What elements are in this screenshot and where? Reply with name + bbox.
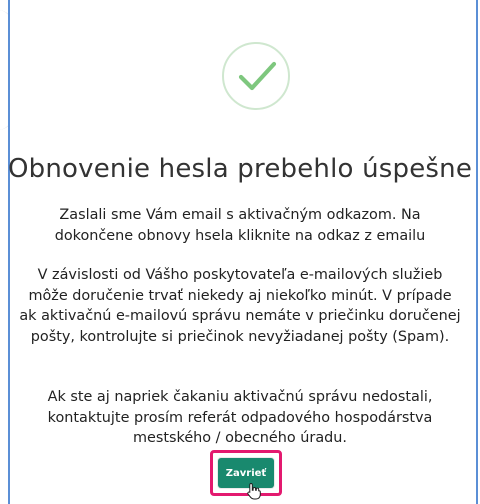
hand-pointer-icon xyxy=(246,482,262,500)
delivery-info-message: V závislosti od Vášho poskytovateľa e-ma… xyxy=(19,267,461,345)
email-sent-message: Zaslali sme Vám email s aktivačným odkaz… xyxy=(54,207,426,244)
contact-info-message: Ak ste aj napriek čakaniu aktivačnú sprá… xyxy=(47,389,433,446)
checkmark-icon xyxy=(222,42,290,110)
dialog-title: Obnovenie hesla prebehlo úspešne xyxy=(7,154,473,184)
screen: Obnovenie hesla prebehlo úspešne Zaslali… xyxy=(0,0,480,504)
